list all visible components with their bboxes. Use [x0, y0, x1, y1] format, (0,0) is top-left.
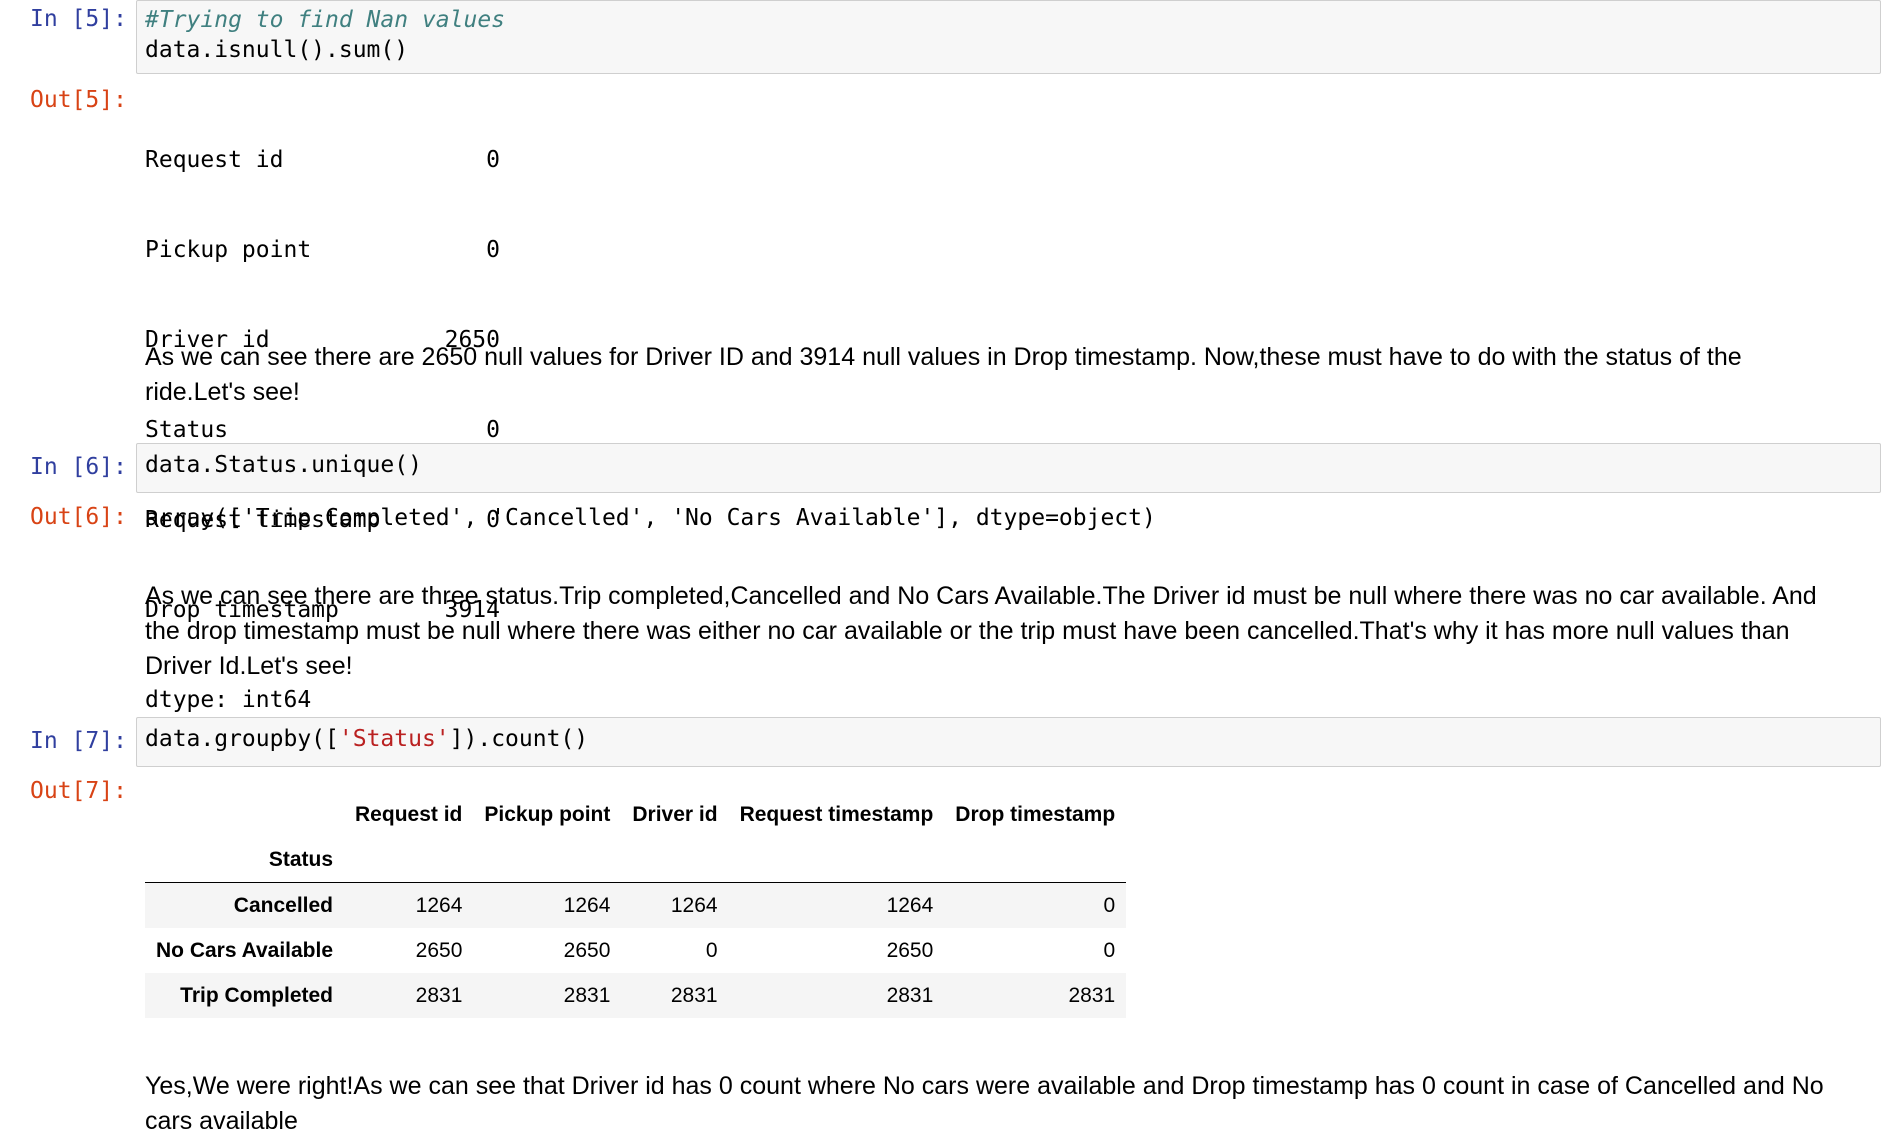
table-cell: 2831 — [670, 983, 718, 1007]
input-prompt-6: In [6]: — [30, 454, 127, 480]
series-label: Status — [145, 417, 229, 443]
table-cell: 0 — [705, 938, 718, 962]
series-value: 0 — [486, 237, 500, 263]
empty-header — [944, 837, 1126, 883]
row-index: Trip Completed — [180, 983, 334, 1007]
series-row: Status 0 — [145, 415, 500, 445]
table-cell: 1264 — [344, 882, 474, 928]
input-prompt-5: In [5]: — [30, 6, 127, 32]
code-cell-5[interactable]: #Trying to find Nan values data.isnull()… — [136, 0, 1881, 74]
table-cell: 2831 — [563, 983, 611, 1007]
column-header: Drop timestamp — [955, 802, 1116, 826]
row-index: No Cars Available — [156, 938, 334, 962]
series-row: Request id 0 — [145, 145, 500, 175]
markdown-cell-1: As we can see there are 2650 null values… — [145, 343, 1742, 406]
output-prompt-6: Out[6]: — [30, 504, 127, 530]
code-line: data.isnull().sum() — [145, 37, 409, 63]
row-index: Cancelled — [145, 882, 345, 928]
table-corner — [145, 792, 344, 837]
series-value: 0 — [486, 147, 500, 173]
code-cell-7[interactable]: data.groupby(['Status']).count() — [136, 717, 1881, 767]
output-prompt-7: Out[7]: — [30, 778, 127, 804]
code-cell-6[interactable]: data.Status.unique() — [136, 443, 1881, 493]
table-cell: 1264 — [621, 882, 729, 928]
table-cell: 2650 — [563, 938, 611, 962]
series-label: Pickup point — [145, 237, 312, 263]
series-label: Request id — [145, 147, 284, 173]
markdown-cell-3: Yes,We were right!As we can see that Dri… — [145, 1072, 1824, 1135]
output-array-6: array(['Trip Completed', 'Cancelled', 'N… — [145, 505, 1156, 531]
table-cell: 0 — [1103, 938, 1116, 962]
column-header: Request timestamp — [739, 802, 934, 826]
series-dtype: dtype: int64 — [145, 687, 312, 713]
code-line: data.groupby(['Status']).count() — [145, 722, 1872, 754]
series-value: 0 — [486, 417, 500, 443]
index-name-row: Status — [145, 837, 1126, 883]
table-header-row: Request id Pickup point Driver id Reques… — [145, 792, 1126, 837]
table-cell: 2831 — [415, 983, 463, 1007]
series-row: Pickup point 0 — [145, 235, 500, 265]
table-cell: 0 — [944, 882, 1127, 928]
table-row: Cancelled 1264 1264 1264 1264 0 — [145, 882, 1127, 928]
table-cell: 2831 — [886, 983, 934, 1007]
dataframe-table: Request id Pickup point Driver id Reques… — [145, 792, 1127, 1018]
code-token: ]).count() — [449, 726, 589, 752]
empty-header — [344, 837, 473, 883]
table-cell: 1264 — [473, 882, 622, 928]
table-cell: 2650 — [886, 938, 934, 962]
code-token: data.groupby([ — [145, 726, 339, 752]
input-prompt-7: In [7]: — [30, 728, 127, 754]
empty-header — [729, 837, 945, 883]
table-cell: 1264 — [728, 882, 945, 928]
empty-header — [621, 837, 728, 883]
table-cell: 2650 — [415, 938, 463, 962]
code-line: data.Status.unique() — [145, 452, 422, 478]
index-name: Status — [268, 847, 334, 871]
code-string: 'Status' — [338, 726, 450, 752]
column-header: Driver id — [632, 802, 718, 826]
table-row: No Cars Available 2650 2650 0 2650 0 — [145, 928, 1126, 973]
empty-header — [473, 837, 621, 883]
markdown-cell-2: As we can see there are three status.Tri… — [145, 582, 1817, 680]
table-cell: 2831 — [1068, 983, 1116, 1007]
code-comment: #Trying to find Nan values — [145, 7, 506, 33]
column-header: Request id — [355, 802, 463, 826]
output-prompt-5: Out[5]: — [30, 87, 127, 113]
column-header: Pickup point — [484, 802, 611, 826]
table-row: Trip Completed 2831 2831 2831 2831 2831 — [145, 973, 1127, 1018]
